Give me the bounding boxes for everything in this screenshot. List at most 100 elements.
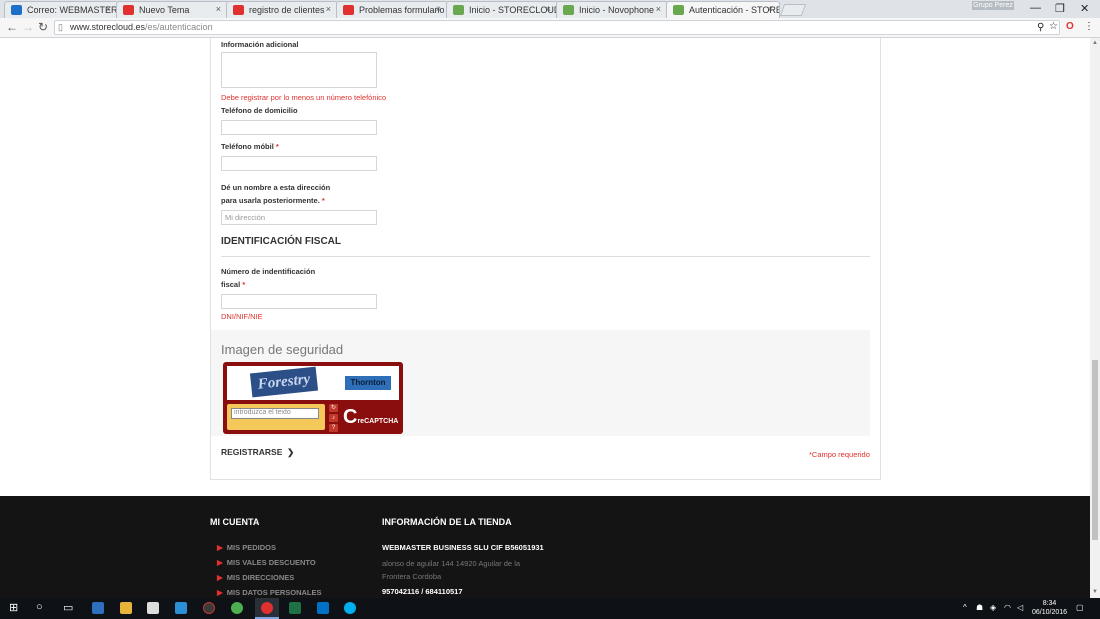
star-icon[interactable]: ☆ [1049,21,1058,32]
taskbar-clock[interactable]: 8:34 06/10/2016 [1032,599,1067,617]
captcha-audio-icon[interactable]: ♪ [329,414,338,422]
footer-link-orders[interactable]: ▶ MIS PEDIDOS [217,543,276,552]
captcha-reload-icon[interactable]: ↻ [329,404,338,412]
tab-label: Inicio - Novophone [579,5,655,15]
shop-icon [453,5,464,15]
captcha-title: Imagen de seguridad [221,342,344,357]
url-text: www.storecloud.es/es/autenticacion [70,22,213,32]
nif-label: Número de indentificación fiscal * [221,267,316,289]
close-icon[interactable]: × [546,4,551,14]
registration-form: Información adicional Debe registrar por… [210,38,881,480]
footer-link-vouchers[interactable]: ▶ MIS VALES DESCUENTO [217,558,316,567]
captcha-word-1: Forestry [249,366,319,398]
address-bar: ← → ↻ ▯ www.storecloud.es/es/autenticaci… [0,18,1100,38]
excel-icon[interactable] [289,602,301,614]
close-icon[interactable]: × [106,4,111,14]
skype-icon[interactable] [344,602,356,614]
tab-inicio-novophone[interactable]: Inicio - Novophone × [556,1,668,18]
opera-icon[interactable]: O [1066,21,1074,32]
tab-label: registro de clientes [249,5,325,15]
green-app-icon[interactable] [231,602,243,614]
close-icon[interactable]: × [436,4,441,14]
nif-hint: DNI/NIF/NIE [221,312,263,321]
divider [221,256,870,257]
windows-start-icon[interactable]: ⊞ [9,601,18,614]
notification-icon[interactable]: ▢ [1076,603,1084,612]
close-icon[interactable]: × [768,4,773,14]
task-view-icon[interactable]: ▭ [63,601,73,614]
browser-tab-bar: Correo: WEBMASTER BU × Nuevo Tema × regi… [0,0,1100,18]
close-icon[interactable]: × [656,4,661,14]
arrow-icon: ▶ [217,543,223,552]
back-icon[interactable]: ← [6,20,18,34]
search-icon[interactable]: ○ [36,601,43,613]
shop-icon [563,5,574,15]
recaptcha-logo: CreCAPTCHA [343,406,399,428]
page-content: Información adicional Debe registrar por… [0,38,1090,598]
outlook-icon[interactable] [317,602,329,614]
forum-icon [233,5,244,15]
page-info-icon[interactable]: ▯ [58,22,63,33]
company-name: WEBMASTER BUSINESS SLU CIF B56051931 [382,543,544,552]
browser-icon [261,602,273,614]
tray-app-icon[interactable]: ☗ [976,603,983,612]
tab-correo[interactable]: Correo: WEBMASTER BU × [4,1,118,18]
tab-label: Nuevo Tema [139,5,190,15]
company-phones: 957042116 / 684110517 [382,587,463,596]
network-app-icon[interactable] [92,602,104,614]
additional-info-textarea[interactable] [221,52,377,88]
tray-up-icon[interactable]: ^ [963,603,967,612]
forward-icon[interactable]: → [22,20,34,34]
profile-badge[interactable]: Grupo Perez [972,1,1014,10]
captcha-input-area: introduzca el texto [227,404,325,430]
mobile-phone-input[interactable] [221,156,377,171]
minimize-icon[interactable]: — [1030,2,1041,14]
arrow-icon: ▶ [217,558,223,567]
tray-wifi-icon[interactable]: ◠ [1004,603,1011,612]
app-icon[interactable] [175,602,187,614]
footer-link-addresses[interactable]: ▶ MIS DIRECCIONES [217,573,294,582]
taskbar-active-browser[interactable] [255,598,279,619]
mobile-phone-label: Teléfono móbil * [221,142,279,151]
menu-icon[interactable]: ⋮ [1084,21,1094,32]
media-icon[interactable] [203,602,215,614]
tray-volume-icon[interactable]: ◁ [1017,603,1023,612]
tab-nuevo-tema[interactable]: Nuevo Tema × [116,1,228,18]
recaptcha-widget: Forestry Thornton introduzca el texto ↻ … [223,362,403,434]
page-scrollbar[interactable]: ▲ ▼ [1090,38,1100,598]
additional-info-label: Información adicional [221,40,299,49]
phone-warning: Debe registrar por lo menos un número te… [221,93,387,102]
chevron-right-icon: ❯ [287,447,295,457]
close-window-icon[interactable]: ✕ [1080,2,1089,15]
scroll-thumb[interactable] [1092,360,1098,540]
tab-inicio-storecloud[interactable]: Inicio - STORECLOUD × [446,1,558,18]
site-footer: MI CUENTA ▶ MIS PEDIDOS ▶ MIS VALES DESCUE… [0,496,1090,598]
home-phone-input[interactable] [221,120,377,135]
register-button[interactable]: REGISTRARSE ❯ [221,447,294,458]
scroll-up-icon[interactable]: ▲ [1092,40,1098,46]
url-input[interactable]: ▯ www.storecloud.es/es/autenticacion ⚲ ☆ [54,20,1060,35]
captcha-placeholder: introduzca el texto [234,409,291,416]
restore-icon[interactable]: ❐ [1055,2,1065,15]
close-icon[interactable]: × [216,4,221,14]
captcha-help-icon[interactable]: ? [329,424,338,432]
new-tab-button[interactable] [779,4,807,16]
alias-input[interactable]: Mi dirección [221,210,377,225]
arrow-icon: ▶ [217,588,223,597]
file-explorer-icon[interactable] [120,602,132,614]
tray-sync-icon[interactable]: ◈ [990,603,996,612]
close-icon[interactable]: × [326,4,331,14]
tab-autenticacion[interactable]: Autenticación - STOREC × [666,1,780,18]
reload-icon[interactable]: ↻ [38,20,48,34]
captcha-input[interactable]: introduzca el texto [231,408,319,419]
shop-icon [673,5,684,15]
tab-problemas-formulario[interactable]: Problemas formulario re × [336,1,448,18]
windows-taskbar: ⊞ ○ ▭ ^ ☗ ◈ ◠ ◁ 8:34 06/10/2016 ▢ [0,598,1100,619]
nif-input[interactable] [221,294,377,309]
store-icon[interactable] [147,602,159,614]
tab-registro-clientes[interactable]: registro de clientes × [226,1,338,18]
key-icon[interactable]: ⚲ [1037,22,1044,33]
scroll-down-icon[interactable]: ▼ [1092,589,1098,595]
footer-link-personal-data[interactable]: ▶ MIS DATOS PERSONALES [217,588,322,597]
captcha-image: Forestry Thornton [227,366,399,400]
